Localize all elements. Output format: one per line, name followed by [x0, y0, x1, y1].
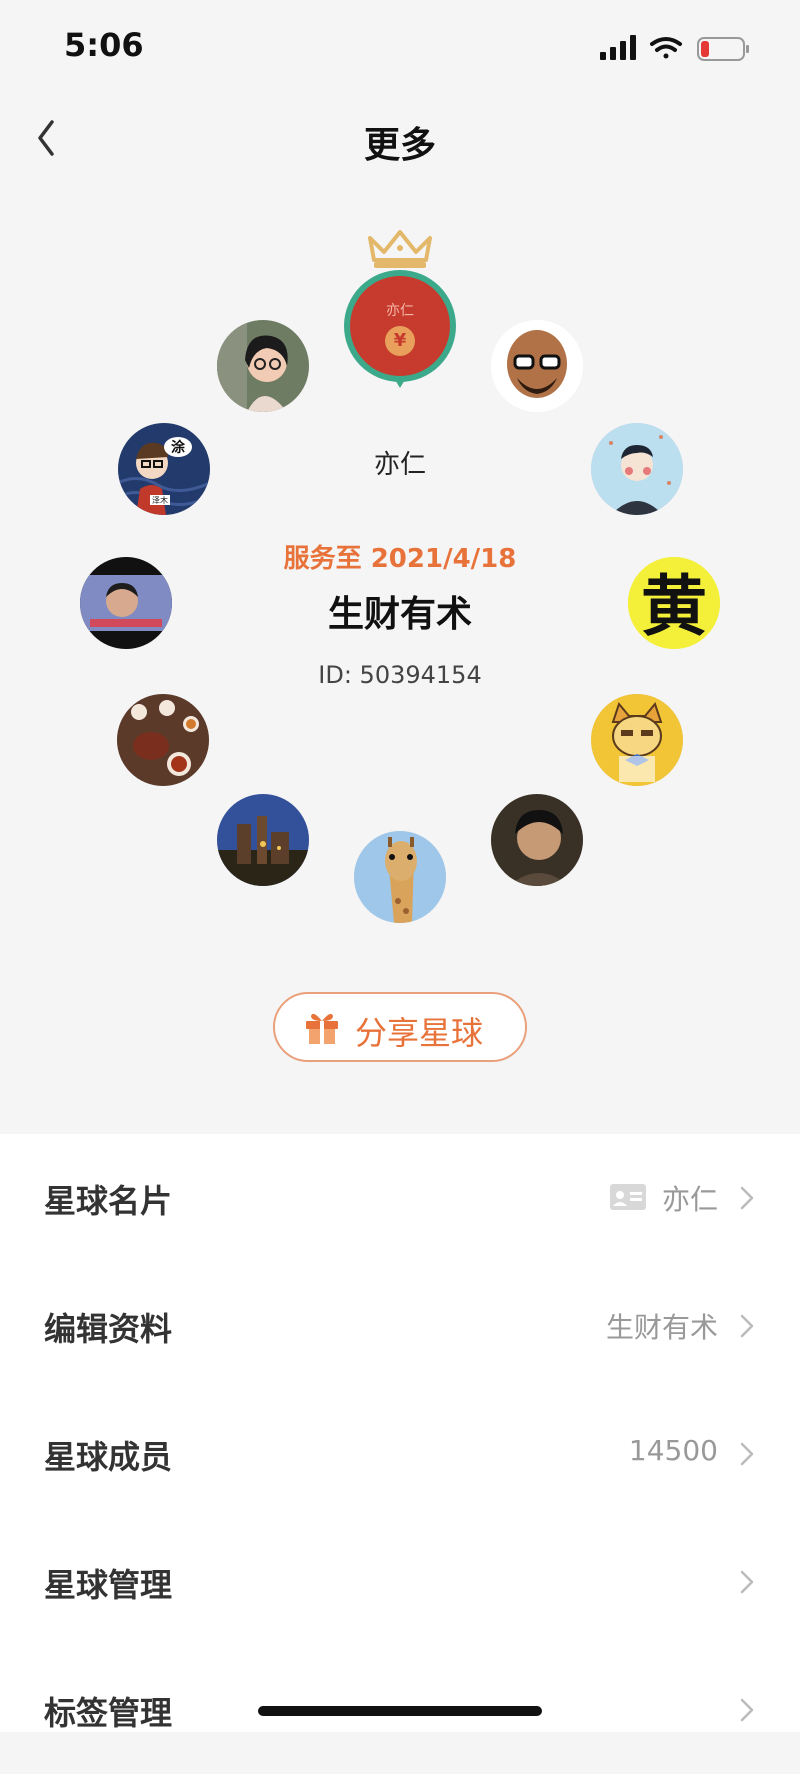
- giraffe-photo: [354, 831, 446, 923]
- menu-label: 星球成员: [44, 1438, 173, 1476]
- planet-hero: 亦仁 ¥ 亦仁 涂 泽木 黄 服务至 2021/4/18 生财有术 ID: 50…: [0, 186, 800, 1134]
- cartoon-boy-with-glasses: 涂 泽木: [118, 423, 210, 515]
- member-avatar[interactable]: [217, 320, 309, 412]
- member-avatar[interactable]: [217, 794, 309, 886]
- id-card-icon: [610, 1184, 646, 1210]
- yellow-character-avatar: 黄: [628, 557, 720, 649]
- settings-menu: 星球名片 亦仁 编辑资料 生财有术 星球成员 14500 星球管理 标签管理: [0, 1134, 800, 1732]
- chevron-right-icon: [740, 1314, 754, 1338]
- menu-item-planet-card[interactable]: 星球名片 亦仁: [0, 1134, 800, 1262]
- crown-icon: [368, 230, 432, 268]
- woman-with-glasses-photo: [217, 320, 309, 412]
- owner-badge-text: 亦仁: [386, 303, 414, 319]
- cartoon-cat-with-bowtie: [591, 694, 683, 786]
- planet-id: ID: 50394154: [318, 661, 482, 689]
- menu-item-planet-management[interactable]: 星球管理: [0, 1518, 800, 1646]
- nav-bar: 更多: [0, 96, 800, 186]
- member-avatar[interactable]: [80, 557, 172, 649]
- page-title: 更多: [363, 125, 436, 166]
- member-count: 14500: [628, 1434, 718, 1467]
- member-avatar[interactable]: [491, 320, 583, 412]
- menu-label: 星球管理: [44, 1566, 173, 1604]
- share-label: 分享星球: [355, 1014, 484, 1052]
- chevron-right-icon: [740, 1186, 754, 1210]
- member-avatar[interactable]: [591, 694, 683, 786]
- menu-label: 标签管理: [44, 1694, 173, 1732]
- svg-text:泽木: 泽木: [152, 495, 168, 505]
- share-planet-button[interactable]: 分享星球: [273, 992, 527, 1062]
- member-avatar[interactable]: [491, 794, 583, 886]
- owner-avatar-group[interactable]: 亦仁 ¥ 亦仁: [344, 228, 456, 480]
- menu-value: 生财有术: [605, 1311, 718, 1344]
- home-indicator[interactable]: [258, 1706, 542, 1716]
- member-avatar[interactable]: [117, 694, 209, 786]
- service-expiry: 服务至 2021/4/18: [283, 544, 517, 574]
- menu-label: 星球名片: [44, 1182, 173, 1220]
- chevron-right-icon: [740, 1442, 754, 1466]
- boy-photo: [491, 794, 583, 886]
- owner-avatar: 亦仁 ¥: [344, 270, 456, 382]
- battery-icon: [697, 37, 749, 61]
- member-avatar[interactable]: 黄: [628, 557, 720, 649]
- status-time: 5:06: [64, 26, 144, 64]
- chevron-right-icon: [740, 1570, 754, 1594]
- gift-icon: [306, 1013, 338, 1044]
- chevron-right-icon: [740, 1698, 754, 1722]
- man-screenshot-photo: [80, 557, 172, 649]
- menu-item-members[interactable]: 星球成员 14500: [0, 1390, 800, 1518]
- coin-icon: ¥: [385, 326, 415, 356]
- cartoon-man-with-pen: [591, 423, 683, 515]
- menu-item-edit-profile[interactable]: 编辑资料 生财有术: [0, 1262, 800, 1390]
- svg-text:涂: 涂: [171, 439, 186, 456]
- bald-man-with-glasses-cartoon: [491, 320, 583, 412]
- castle-at-night-photo: [217, 794, 309, 886]
- owner-name: 亦仁: [373, 450, 426, 480]
- menu-label: 编辑资料: [44, 1310, 173, 1348]
- owner-pointer: [394, 378, 406, 388]
- status-bar: 5:06: [0, 0, 800, 96]
- svg-text:黄: 黄: [641, 567, 707, 645]
- tea-set-photo: [117, 694, 209, 786]
- member-avatar[interactable]: [354, 831, 446, 923]
- wifi-icon: [650, 37, 682, 59]
- menu-value: 亦仁: [661, 1183, 718, 1216]
- member-avatar[interactable]: [591, 423, 683, 515]
- member-avatar[interactable]: 涂 泽木: [118, 423, 210, 515]
- signal-icon: [600, 35, 636, 60]
- planet-name: 生财有术: [327, 594, 472, 635]
- planet-info: 服务至 2021/4/18 生财有术 ID: 50394154: [200, 538, 600, 689]
- status-icons: [600, 32, 770, 68]
